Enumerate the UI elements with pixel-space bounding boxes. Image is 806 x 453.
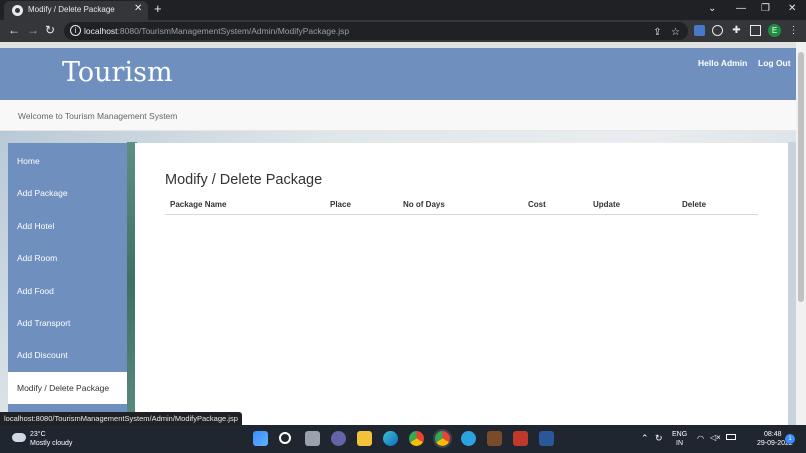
column-header-no-of-days: No of Days — [403, 200, 445, 209]
wifi-icon[interactable]: ◠ — [697, 434, 704, 443]
edge-icon[interactable] — [383, 431, 398, 446]
browser-tab-strip: Modify / Delete Package ✕ + ⌄ — ❐ ✕ — [0, 0, 806, 20]
browser-toolbar: ← → ↻ i localhost:8080/TourismManagement… — [0, 20, 806, 42]
notification-badge[interactable]: 1 — [785, 434, 795, 444]
telegram-icon[interactable] — [461, 431, 476, 446]
chat-icon[interactable] — [331, 431, 346, 446]
column-header-place: Place — [330, 200, 351, 209]
sync-icon[interactable]: ↻ — [655, 433, 663, 444]
new-tab-button[interactable]: + — [154, 1, 162, 16]
reload-icon[interactable]: ↻ — [45, 23, 55, 37]
hello-admin-link[interactable]: Hello Admin — [698, 58, 747, 68]
speaker-muted-icon[interactable]: ◁× — [710, 433, 721, 442]
chevron-up-icon[interactable]: ⌃ — [641, 433, 649, 444]
weather-condition[interactable]: Mostly cloudy — [30, 440, 72, 447]
side-panel-icon[interactable] — [750, 25, 761, 36]
main-content: Modify / Delete Package Package Name Pla… — [135, 143, 788, 425]
restore-icon[interactable]: ❐ — [761, 3, 770, 14]
clock-time[interactable]: 08:48 — [764, 431, 782, 438]
column-header-delete: Delete — [682, 200, 707, 209]
word-icon[interactable] — [539, 431, 554, 446]
close-window-icon[interactable]: ✕ — [788, 3, 796, 14]
address-url[interactable]: localhost:8080/TourismManagementSystem/A… — [84, 26, 349, 36]
link-hover-status: localhost:8080/TourismManagementSystem/A… — [0, 412, 242, 425]
minimize-icon[interactable]: — — [736, 3, 746, 14]
task-view-icon[interactable] — [305, 431, 320, 446]
background-photo-edge — [788, 142, 796, 425]
sidebar-item-add-transport[interactable]: Add Transport — [8, 307, 127, 339]
windows-taskbar: 23°C Mostly cloudy ⌃ ↻ ENG IN ◠ ◁× 08:48… — [0, 425, 806, 453]
globe-icon — [12, 5, 23, 16]
bookmark-star-icon[interactable]: ☆ — [670, 27, 681, 38]
windows-start-icon[interactable] — [253, 431, 268, 446]
column-header-package-name: Package Name — [170, 200, 227, 209]
sidebar-item-add-food[interactable]: Add Food — [8, 275, 127, 307]
scrollbar-thumb[interactable] — [798, 52, 804, 302]
site-header: Tourism Hello Admin Log Out — [0, 48, 796, 100]
share-icon[interactable]: ⇪ — [652, 27, 663, 38]
chrome-active-icon[interactable] — [433, 429, 452, 448]
close-tab-icon[interactable]: ✕ — [134, 3, 142, 14]
file-explorer-icon[interactable] — [357, 431, 372, 446]
sidebar-item-home[interactable]: Home — [8, 145, 127, 177]
site-brand[interactable]: Tourism — [62, 57, 173, 88]
search-icon[interactable] — [279, 432, 291, 444]
language-eng[interactable]: ENG — [672, 431, 687, 438]
sidebar-item-add-hotel[interactable]: Add Hotel — [8, 210, 127, 242]
admin-sidebar: Home Add Package Add Hotel Add Room Add … — [8, 143, 127, 425]
chrome-icon[interactable] — [409, 431, 424, 446]
app-red-icon[interactable] — [513, 431, 528, 446]
welcome-text: Welcome to Tourism Management System — [18, 111, 178, 121]
welcome-bar: Welcome to Tourism Management System — [0, 100, 796, 131]
extension-circle-icon[interactable] — [712, 25, 723, 36]
url-host: localhost — [84, 26, 118, 36]
weather-temp[interactable]: 23°C — [30, 431, 46, 438]
browser-tab[interactable]: Modify / Delete Package ✕ — [4, 1, 148, 20]
profile-avatar[interactable]: E — [768, 24, 781, 37]
puzzle-extensions-icon[interactable]: ✚ — [731, 25, 742, 36]
sidebar-item-add-room[interactable]: Add Room — [8, 242, 127, 274]
cloud-weather-icon[interactable] — [9, 430, 26, 442]
translate-icon[interactable] — [694, 25, 705, 36]
column-header-update: Update — [593, 200, 621, 209]
logout-link[interactable]: Log Out — [758, 58, 791, 68]
url-path: :8080/TourismManagementSystem/Admin/Modi… — [117, 26, 350, 36]
app-gear-icon[interactable] — [487, 431, 502, 446]
page-title: Modify / Delete Package — [165, 172, 323, 188]
tab-search-icon[interactable]: ⌄ — [708, 3, 716, 14]
column-header-cost: Cost — [528, 200, 546, 209]
battery-icon[interactable] — [726, 434, 736, 440]
page-viewport: Tourism Hello Admin Log Out Welcome to T… — [0, 42, 796, 425]
menu-kebab-icon[interactable]: ⋮ — [788, 25, 799, 36]
sidebar-item-add-package[interactable]: Add Package — [8, 177, 127, 209]
address-bar[interactable]: i localhost:8080/TourismManagementSystem… — [64, 22, 688, 40]
table-header-divider — [165, 214, 758, 215]
tab-title: Modify / Delete Package — [28, 5, 115, 14]
page-scrollbar[interactable] — [796, 42, 806, 425]
sidebar-item-add-discount[interactable]: Add Discount — [8, 339, 127, 371]
sidebar-item-modify-delete-package[interactable]: Modify / Delete Package — [8, 372, 127, 404]
site-info-icon[interactable]: i — [70, 25, 81, 36]
language-in[interactable]: IN — [676, 440, 683, 447]
forward-icon[interactable]: → — [27, 23, 39, 37]
back-icon[interactable]: ← — [8, 23, 20, 37]
